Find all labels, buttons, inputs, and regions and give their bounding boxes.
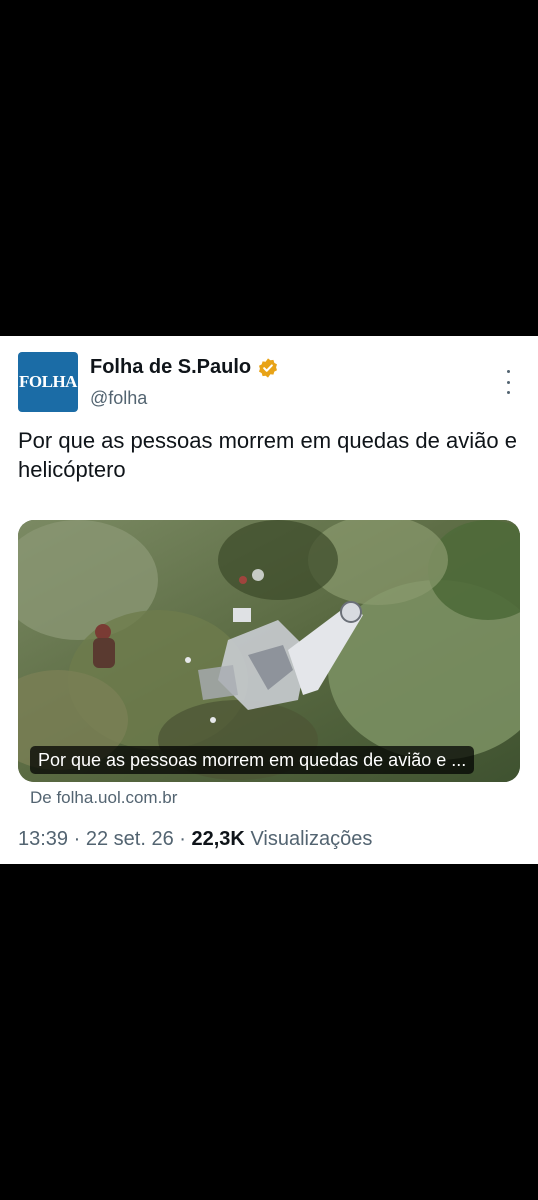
avatar-logo-text: FOLHA xyxy=(19,372,77,391)
tweet-text: Por que as pessoas morrem em quedas de a… xyxy=(18,428,517,482)
tweet-card[interactable]: FOLHA Folha de S.Paulo @folha Por que as… xyxy=(0,336,538,864)
link-source[interactable]: De folha.uol.com.br xyxy=(30,788,177,808)
account-handle[interactable]: @folha xyxy=(90,388,147,409)
card-caption: Por que as pessoas morrem em quedas de a… xyxy=(30,746,475,774)
verified-badge-icon xyxy=(259,357,278,378)
account-name[interactable]: Folha de S.Paulo xyxy=(90,356,251,379)
avatar[interactable]: FOLHA xyxy=(18,352,78,412)
tweet-date[interactable]: 22 set. 26 xyxy=(86,828,174,850)
views-count[interactable]: 22,3K xyxy=(192,828,245,850)
tweet-meta: 13:39 · 22 set. 26 · 22,3K Visualizações xyxy=(18,828,372,851)
tweet-time[interactable]: 13:39 xyxy=(18,828,68,850)
link-card[interactable]: Por que as pessoas morrem em quedas de a… xyxy=(18,520,520,782)
account-name-row[interactable]: Folha de S.Paulo xyxy=(90,356,279,379)
views-label: Visualizações xyxy=(250,828,373,850)
meta-separator: · xyxy=(73,828,81,850)
meta-separator: · xyxy=(179,828,186,850)
card-image xyxy=(18,520,520,782)
more-options-icon[interactable] xyxy=(500,370,516,394)
